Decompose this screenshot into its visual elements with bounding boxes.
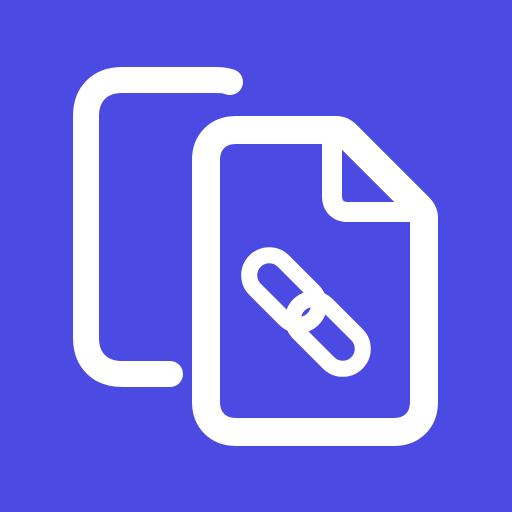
chain-link-lower [285, 291, 371, 377]
front-document-icon [192, 116, 438, 446]
chain-link-upper [241, 247, 327, 333]
icon-canvas [0, 0, 512, 512]
chain-link-icon [241, 247, 371, 377]
copy-link-file-icon [73, 67, 438, 446]
